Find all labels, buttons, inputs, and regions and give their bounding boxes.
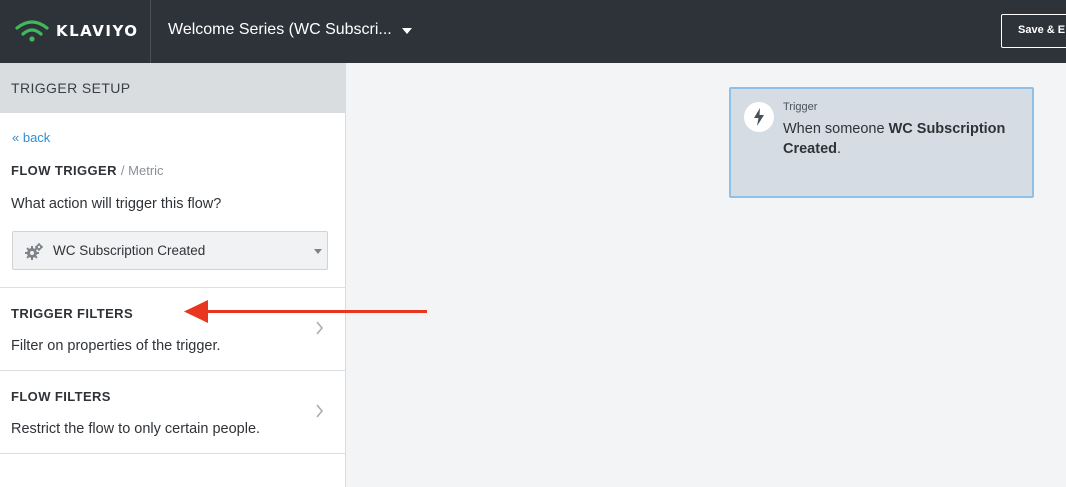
lightning-bolt-badge (744, 102, 774, 132)
flow-filters-title: FLOW FILTERS (11, 389, 111, 404)
trigger-card[interactable]: Trigger When someone WC Subscription Cre… (729, 87, 1034, 198)
flow-trigger-label: FLOW TRIGGER (11, 163, 117, 178)
flow-filters-description: Restrict the flow to only certain people… (11, 421, 261, 437)
flow-trigger-title: FLOW TRIGGER / Metric (11, 163, 164, 178)
trigger-question: What action will trigger this flow? (11, 196, 222, 212)
flow-trigger-type: / Metric (120, 163, 164, 178)
trigger-card-text: When someone WC Subscription Created. (783, 119, 1023, 159)
annotation-arrow (184, 300, 427, 323)
save-exit-button[interactable]: Save & E (1001, 14, 1066, 48)
trigger-card-suffix: . (837, 141, 842, 157)
chevron-down-icon[interactable] (402, 28, 412, 34)
chevron-right-icon (316, 404, 324, 418)
selected-metric: WC Subscription Created (53, 243, 206, 258)
topbar-divider (150, 0, 151, 63)
top-bar: KLAVIYO Welcome Series (WC Subscri... Sa… (0, 0, 1066, 63)
trigger-card-label: Trigger (783, 101, 818, 113)
chevron-down-icon (314, 249, 322, 254)
gear-icon (25, 243, 43, 260)
trigger-card-prefix: When someone (783, 121, 889, 137)
metric-select[interactable]: WC Subscription Created (12, 231, 328, 270)
flow-filters-section[interactable]: FLOW FILTERS Restrict the flow to only c… (0, 371, 346, 453)
sidebar-heading: TRIGGER SETUP (0, 63, 345, 113)
flow-title[interactable]: Welcome Series (WC Subscri... (168, 21, 392, 39)
divider (0, 453, 346, 454)
lightning-bolt-icon (754, 108, 764, 126)
trigger-filters-title: TRIGGER FILTERS (11, 306, 134, 321)
klaviyo-logo[interactable]: KLAVIYO (14, 17, 139, 45)
klaviyo-logo-icon (15, 20, 49, 42)
logo-text: KLAVIYO (56, 22, 139, 40)
back-link[interactable]: « back (12, 130, 50, 145)
trigger-filters-description: Filter on properties of the trigger. (11, 338, 221, 354)
trigger-setup-sidebar: TRIGGER SETUP « back FLOW TRIGGER / Metr… (0, 63, 346, 487)
